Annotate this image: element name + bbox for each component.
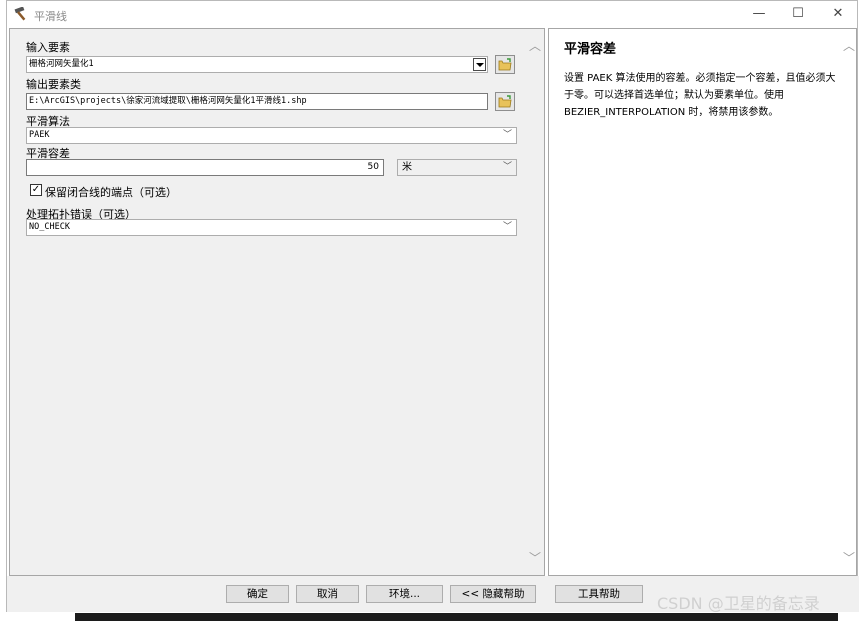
window-title: 平滑线	[34, 10, 67, 23]
scroll-up-icon[interactable]: ︿	[526, 38, 544, 54]
smoothing-tolerance-value: 50	[367, 162, 379, 172]
title-bar[interactable]: 平滑线 — ☐ ✕	[7, 1, 857, 27]
smoothing-tolerance-input[interactable]: 50	[26, 159, 384, 176]
maximize-button[interactable]: ☐	[787, 5, 809, 23]
chevron-down-icon: ﹀	[502, 130, 512, 140]
tool-help-button[interactable]: 工具帮助	[555, 585, 643, 603]
help-scrollbar[interactable]: ︿ ﹀	[842, 29, 856, 575]
input-features-value: 栅格河网矢量化1	[29, 59, 94, 69]
topology-errors-select[interactable]: NO_CHECK ﹀	[26, 219, 517, 236]
minimize-button[interactable]: —	[748, 5, 770, 23]
browse-input-button[interactable]	[495, 55, 515, 74]
scroll-up-icon[interactable]: ︿	[842, 38, 856, 54]
browse-output-button[interactable]	[495, 92, 515, 111]
help-panel: 平滑容差 设置 PAEK 算法使用的容差。必须指定一个容差，且值必须大于零。可以…	[548, 28, 857, 576]
tolerance-unit-value: 米	[402, 162, 412, 173]
cancel-button[interactable]: 取消	[296, 585, 359, 603]
ok-button[interactable]: 确定	[226, 585, 289, 603]
scroll-down-icon[interactable]: ﹀	[526, 550, 544, 566]
preserve-endpoints-label: 保留闭合线的端点（可选）	[45, 186, 177, 199]
close-button[interactable]: ✕	[827, 5, 849, 23]
dropdown-arrow-icon[interactable]	[473, 58, 486, 71]
scroll-down-icon[interactable]: ﹀	[842, 550, 856, 566]
watermark: CSDN @卫星的备忘录	[657, 594, 820, 613]
hide-help-button[interactable]: << 隐藏帮助	[450, 585, 536, 603]
output-feature-class-label: 输出要素类	[26, 78, 81, 91]
hammer-icon	[14, 6, 30, 21]
parameters-panel: 输入要素 栅格河网矢量化1 输出要素类 E:\ArcGIS\projects\徐…	[9, 28, 545, 576]
chevron-down-icon: ﹀	[502, 222, 512, 232]
help-text: 设置 PAEK 算法使用的容差。必须指定一个容差，且值必须大于零。可以选择首选单…	[564, 73, 836, 118]
smoothing-algorithm-value: PAEK	[29, 130, 50, 140]
background-strip	[75, 613, 838, 621]
output-feature-class-value: E:\ArcGIS\projects\徐家河流域提取\栅格河网矢量化1平滑线1.…	[29, 96, 307, 106]
smooth-line-dialog: 平滑线 — ☐ ✕ 输入要素 栅格河网矢量化1 输出要素类 E:\ArcGIS\…	[6, 0, 859, 612]
chevron-down-icon: ﹀	[502, 162, 512, 172]
parameters-scrollbar[interactable]: ︿ ﹀	[526, 29, 544, 575]
help-title: 平滑容差	[564, 42, 617, 57]
tolerance-unit-select[interactable]: 米 ﹀	[397, 159, 517, 176]
environments-button[interactable]: 环境...	[366, 585, 443, 603]
open-folder-icon	[498, 95, 512, 108]
topology-errors-value: NO_CHECK	[29, 222, 70, 232]
open-folder-icon	[498, 58, 512, 71]
preserve-endpoints-checkbox[interactable]: ✓	[30, 184, 42, 196]
smoothing-algorithm-select[interactable]: PAEK ﹀	[26, 127, 517, 144]
input-features-combo[interactable]: 栅格河网矢量化1	[26, 56, 488, 73]
input-features-label: 输入要素	[26, 41, 70, 54]
output-feature-class-field[interactable]: E:\ArcGIS\projects\徐家河流域提取\栅格河网矢量化1平滑线1.…	[26, 93, 488, 110]
